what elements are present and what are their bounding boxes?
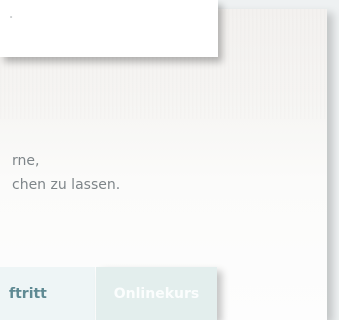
card-mark: ᵒ (10, 15, 13, 22)
auftritt-button[interactable]: ftritt (0, 267, 95, 320)
onlinekurs-button[interactable]: Onlinekurs (96, 267, 217, 320)
info-card: ᵒ (0, 0, 218, 57)
intro-line-1: rne, (12, 153, 40, 169)
intro-text: rne, chen zu lassen. (12, 149, 312, 197)
page: rne, chen zu lassen. ᵒ ftritt Onlinekurs (0, 0, 339, 320)
intro-line-2: chen zu lassen. (12, 177, 121, 193)
